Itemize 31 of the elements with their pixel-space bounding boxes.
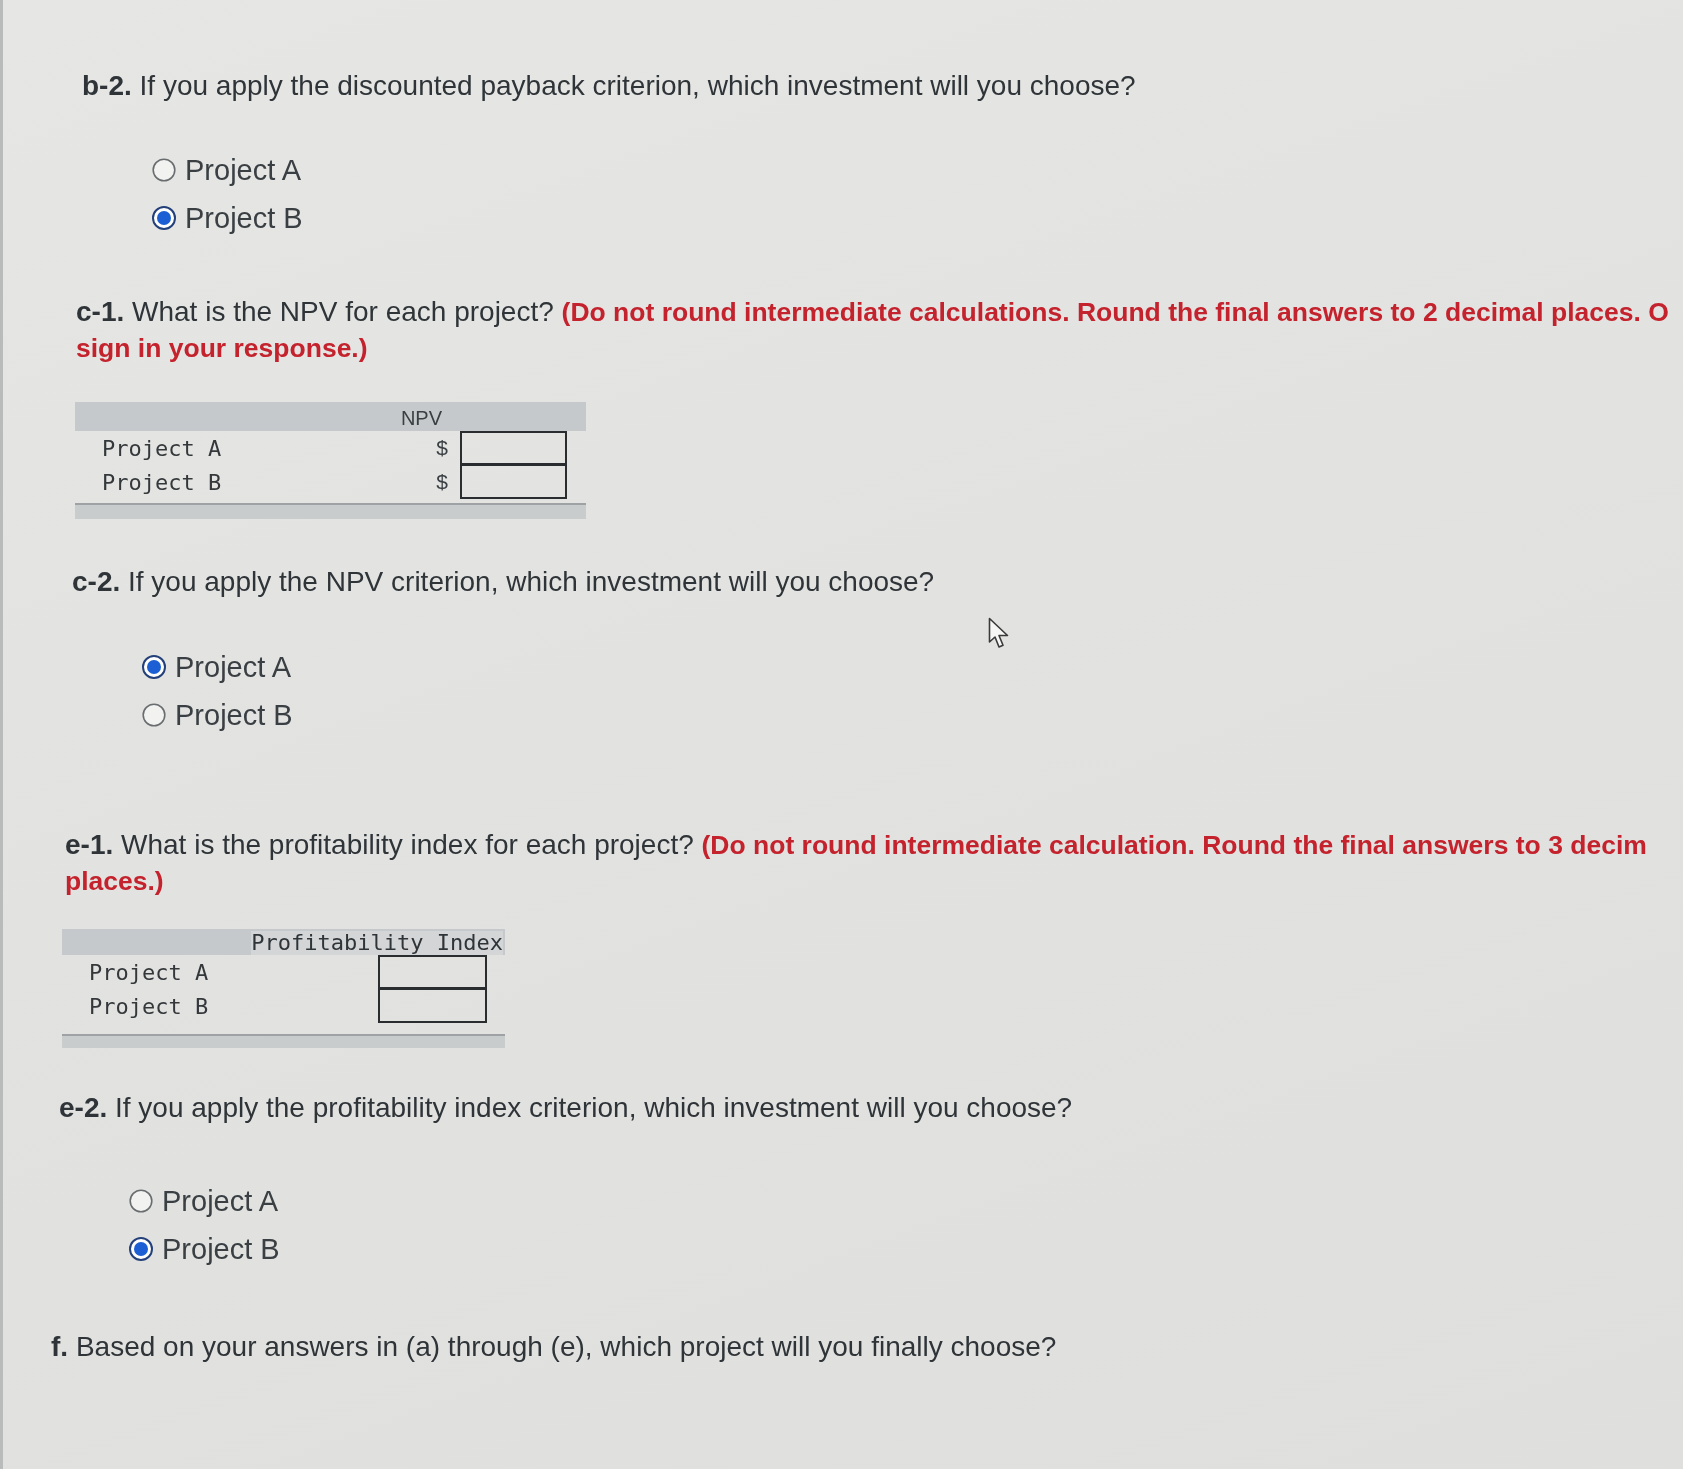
radio-selected-icon[interactable] — [142, 655, 166, 679]
answer-field[interactable] — [378, 955, 487, 989]
radio-option[interactable]: Project B — [142, 699, 293, 731]
currency-symbol: $ — [436, 436, 448, 460]
radio-option[interactable]: Project B — [129, 1233, 280, 1265]
question-text: c-2. If you apply the NPV criterion, which investment will you choose? — [72, 565, 935, 599]
radio-selected-icon[interactable] — [129, 1237, 153, 1261]
question-text: c-1. What is the NPV for each project? (Do not round intermediate calculations. Round the final answers to 2 decimal places. O sign in your response.) — [76, 295, 1669, 365]
question-text: b-2. If you apply the discounted payback criterion, which investment will you choose? — [82, 69, 1136, 103]
row-label: Project B — [88, 993, 210, 1019]
radio-empty-icon[interactable] — [152, 158, 176, 182]
column-header: NPV — [75, 402, 586, 431]
question-text: f. Based on your answers in (a) through (e), which project will you finally choose? — [51, 1330, 1057, 1364]
answer-field[interactable] — [460, 431, 567, 465]
radio-option[interactable]: Project A — [129, 1185, 279, 1217]
question-text: e-1. What is the profitability index for each project? (Do not round intermediate calculation. Round the final answers to 3 decim places.) — [65, 828, 1647, 898]
radio-option[interactable]: Project B — [152, 202, 303, 234]
radio-option[interactable]: Project A — [152, 154, 302, 186]
radio-empty-icon[interactable] — [129, 1189, 153, 1213]
currency-symbol: $ — [436, 470, 448, 494]
mouse-pointer-icon — [988, 617, 1010, 650]
radio-empty-icon[interactable] — [142, 703, 166, 727]
row-label: Project A — [101, 435, 223, 461]
question-text: e-2. If you apply the profitability index criterion, which investment will you choose? — [59, 1091, 1073, 1125]
answer-field[interactable] — [460, 465, 567, 499]
column-header: Profitability Index — [62, 929, 505, 955]
radio-option[interactable]: Project A — [142, 651, 292, 683]
radio-selected-icon[interactable] — [152, 206, 176, 230]
answer-field[interactable] — [378, 989, 487, 1023]
row-label: Project A — [88, 959, 210, 985]
row-label: Project B — [101, 469, 223, 495]
